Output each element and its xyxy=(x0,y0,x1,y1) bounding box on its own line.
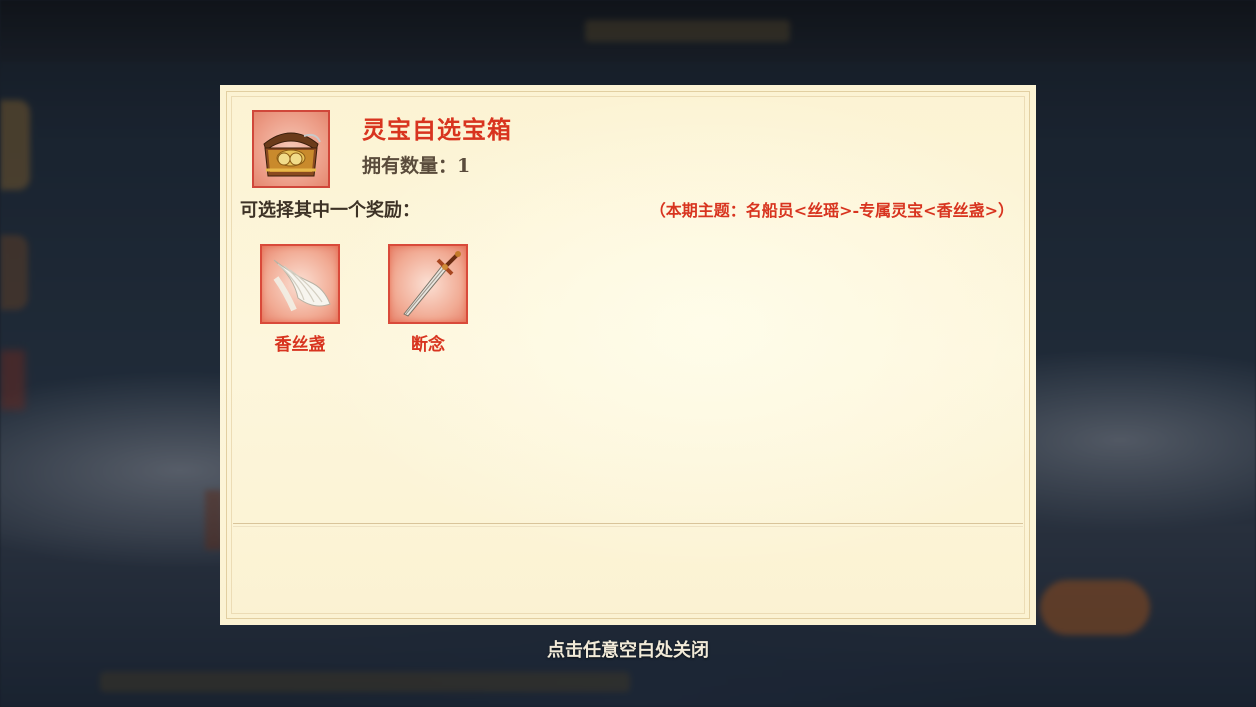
reward-option-duannian[interactable]: 断念 xyxy=(387,244,469,355)
item-icon-frame xyxy=(252,110,330,188)
reward-select-dialog: 灵宝自选宝箱 拥有数量：1 可选择其中一个奖励： （本期主题：名船员<丝瑶>-专… xyxy=(220,85,1036,625)
owned-count: 1 xyxy=(457,155,471,177)
dialog-inner-frame xyxy=(231,96,1025,614)
divider xyxy=(233,523,1023,524)
reward-icon-frame[interactable] xyxy=(260,244,340,324)
reward-name: 香丝盏 xyxy=(274,335,326,355)
item-title: 灵宝自选宝箱 xyxy=(362,115,512,144)
sword-icon xyxy=(403,251,461,317)
owned-count-row: 拥有数量：1 xyxy=(362,151,470,178)
close-hint: 点击任意空白处关闭 xyxy=(547,640,709,661)
owned-label: 拥有数量： xyxy=(362,155,458,177)
reward-icon-frame[interactable] xyxy=(388,244,468,324)
treasure-chest-icon xyxy=(263,132,321,177)
divider xyxy=(233,526,1023,527)
reward-option-xiangsizhan[interactable]: 香丝盏 xyxy=(259,244,341,355)
reward-name: 断念 xyxy=(411,335,445,355)
white-silk-fan-icon xyxy=(273,259,331,312)
choose-reward-label: 可选择其中一个奖励： xyxy=(240,200,420,221)
dialog-frame xyxy=(226,91,1030,619)
theme-label: （本期主题：名船员<丝瑶>-专属灵宝<香丝盏>） xyxy=(649,201,1014,220)
